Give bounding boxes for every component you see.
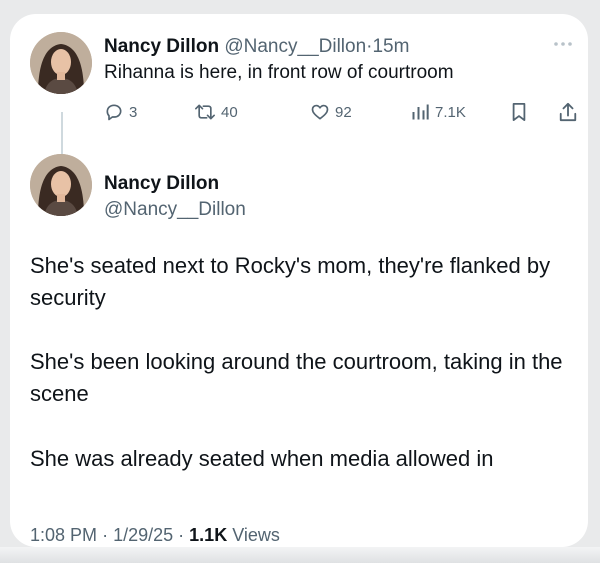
views-button[interactable]: 7.1K xyxy=(410,98,466,126)
more-horizontal-icon[interactable] xyxy=(552,40,574,48)
like-count: 92 xyxy=(335,103,352,121)
share-button[interactable] xyxy=(558,98,578,126)
repost-count: 40 xyxy=(221,103,238,121)
views-count: 7.1K xyxy=(435,103,466,121)
analytics-icon xyxy=(412,104,429,120)
thread-connector-line xyxy=(61,112,63,160)
avatar[interactable] xyxy=(30,154,92,216)
bookmark-icon xyxy=(512,103,526,122)
bookmark-button[interactable] xyxy=(510,98,528,126)
tweet-metadata: 1:08 PM · 1/29/25 · 1.1K Views xyxy=(30,522,280,547)
repost-icon xyxy=(194,104,215,120)
avatar[interactable] xyxy=(30,32,92,94)
separator-dot: · xyxy=(178,525,185,545)
tweet-time[interactable]: 15m xyxy=(372,36,409,57)
avatar-image xyxy=(30,32,92,94)
tweet-card: Nancy Dillon @Nancy__Dillon·15m Rihanna … xyxy=(10,14,588,547)
author-handle[interactable]: @Nancy__Dillon xyxy=(224,36,366,57)
heart-icon xyxy=(311,104,329,120)
tweet-paragraph: She's seated next to Rocky's mom, they'r… xyxy=(30,253,551,310)
tweet-date[interactable]: 1/29/25 xyxy=(113,525,173,545)
tweet-paragraph: She was already seated when media allowe… xyxy=(30,446,494,471)
author-name[interactable]: Nancy Dillon xyxy=(104,36,219,57)
tweet-paragraph: She's been looking around the courtroom,… xyxy=(30,349,563,406)
bottom-edge xyxy=(0,547,600,563)
avatar-image xyxy=(30,154,92,216)
tweet-timestamp[interactable]: 1:08 PM xyxy=(30,525,97,545)
share-icon xyxy=(559,102,577,122)
views-label: Views xyxy=(232,525,280,545)
tweet-actions-bar: 3 40 92 7.1K xyxy=(104,98,584,126)
reply-count: 3 xyxy=(129,103,138,121)
reply-icon xyxy=(106,104,122,121)
views-total: 1.1K xyxy=(189,525,228,545)
author-name[interactable]: Nancy Dillon xyxy=(104,171,219,197)
author-handle[interactable]: @Nancy__Dillon xyxy=(104,197,246,223)
tweet-1-text: Rihanna is here, in front row of courtro… xyxy=(104,62,454,83)
like-button[interactable]: 92 xyxy=(310,98,352,126)
reply-button[interactable]: 3 xyxy=(104,98,137,126)
repost-button[interactable]: 40 xyxy=(194,98,238,126)
separator-dot: · xyxy=(102,525,109,545)
tweet-1-header: Nancy Dillon @Nancy__Dillon·15m xyxy=(104,34,409,60)
